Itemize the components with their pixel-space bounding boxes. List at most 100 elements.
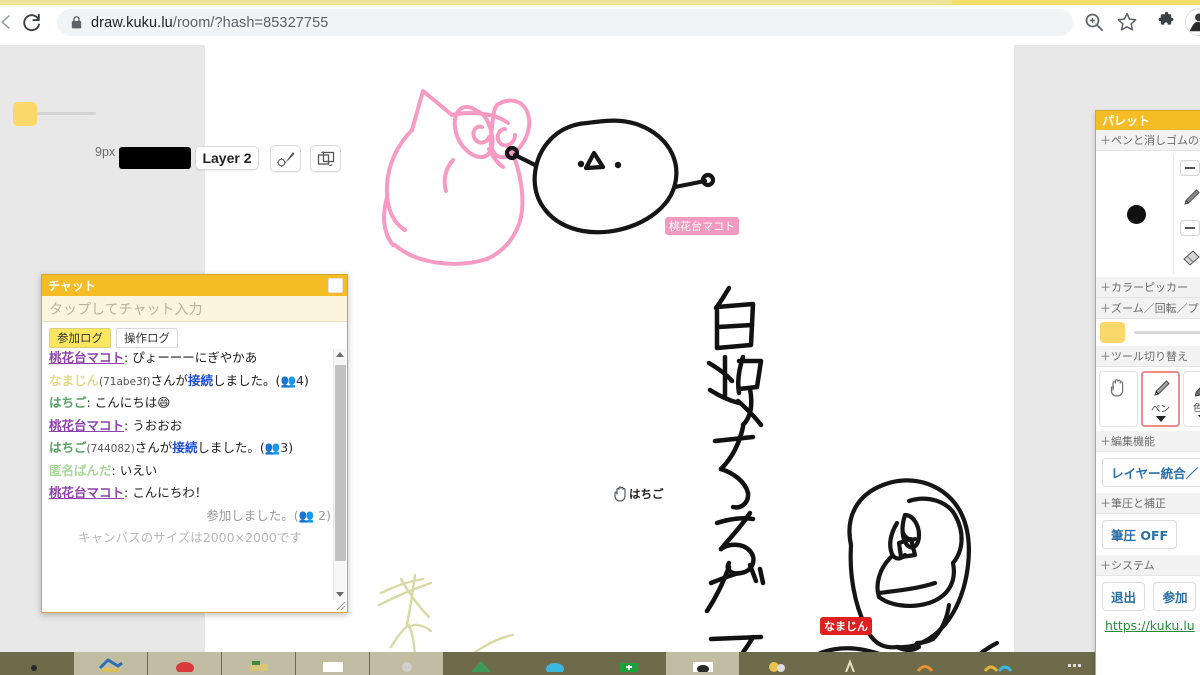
back-arrow-icon[interactable] bbox=[0, 14, 16, 30]
message-author[interactable]: なまじん bbox=[49, 373, 99, 388]
tab-strip-left[interactable] bbox=[0, 0, 952, 5]
chat-message: 桃花台マコト: ぴょーーーにぎやかあ bbox=[49, 350, 258, 365]
tool-pen[interactable]: ペン bbox=[1141, 371, 1180, 427]
message-author[interactable]: 桃花台マコト bbox=[49, 485, 124, 500]
eraser-icon[interactable] bbox=[1180, 247, 1200, 269]
tab-join-log[interactable]: 参加ログ bbox=[49, 328, 111, 348]
taskbar-item-14[interactable] bbox=[962, 652, 1036, 675]
chat-window[interactable]: チャット タップしてチャット入力 参加ログ 操作ログ 桃花台マコト: ぴょーーー… bbox=[41, 274, 348, 613]
taskbar-item-6[interactable] bbox=[370, 652, 444, 675]
section-color-picker[interactable]: ＋カラーピッカー bbox=[1096, 277, 1200, 298]
section-tool-switch[interactable]: ＋ツール切り替え bbox=[1096, 346, 1200, 367]
palette-title: パレット bbox=[1102, 114, 1151, 128]
message-mid: さんが bbox=[150, 372, 189, 388]
chat-message: 桃花台マコト: こんにちわ！ bbox=[49, 485, 208, 500]
tool-color[interactable]: 色の bbox=[1183, 371, 1200, 427]
message-author[interactable]: 匿名ぱんだ bbox=[49, 463, 112, 478]
layer-selector-button[interactable]: Layer 2 bbox=[195, 146, 259, 170]
reload-icon bbox=[23, 13, 40, 32]
section-system[interactable]: ＋システム bbox=[1096, 555, 1200, 576]
chat-titlebar[interactable]: チャット bbox=[42, 275, 347, 296]
tab-operation-log[interactable]: 操作ログ bbox=[116, 328, 178, 348]
message-author[interactable]: はちご bbox=[49, 395, 87, 410]
pressure-toggle-button[interactable]: 筆圧 OFF bbox=[1102, 520, 1178, 549]
kuku-lu-link[interactable]: https://kuku.lu bbox=[1100, 614, 1200, 637]
taskbar-item-2[interactable] bbox=[74, 652, 148, 675]
people-icon: 👥 bbox=[264, 440, 281, 455]
taskbar-item-3[interactable] bbox=[148, 652, 222, 675]
message-author[interactable]: はちご bbox=[49, 440, 87, 455]
eraser-size-decrease-button[interactable] bbox=[1180, 219, 1200, 236]
taskbar-item-13[interactable] bbox=[888, 652, 962, 675]
url-host: draw.kuku.lu bbox=[91, 14, 173, 31]
tab-strip-active-tab[interactable] bbox=[952, 0, 1200, 5]
zoom-controls bbox=[1100, 322, 1200, 343]
join-room-button[interactable]: 参加 bbox=[1153, 582, 1197, 611]
message-mid: さんが bbox=[134, 440, 173, 455]
tool-pen-caret-icon[interactable] bbox=[1155, 416, 1166, 422]
message-verb: 接続 bbox=[188, 372, 214, 388]
current-color-preview[interactable] bbox=[119, 147, 191, 169]
toolbar-color-swatch[interactable] bbox=[13, 102, 37, 126]
palette-color-swatch[interactable] bbox=[1100, 322, 1125, 343]
chat-scroll-thumb[interactable] bbox=[335, 365, 346, 561]
scroll-up-arrow-icon[interactable] bbox=[336, 352, 344, 357]
profile-avatar-icon[interactable] bbox=[1185, 8, 1200, 36]
brush-settings-button[interactable] bbox=[270, 145, 301, 172]
chat-message-system: 参加しました。(👥 2) bbox=[206, 507, 331, 523]
chat-message: はちご: こんにちは😄 bbox=[49, 395, 171, 410]
palette-panel[interactable]: パレット ＋ペンと消しゴムの大きさ bbox=[1095, 110, 1200, 675]
reload-button[interactable] bbox=[20, 11, 44, 35]
taskbar-item-8[interactable] bbox=[518, 652, 592, 675]
layer-duplicate-button[interactable] bbox=[310, 145, 341, 172]
chat-close-button[interactable] bbox=[328, 278, 343, 293]
taskbar-item-4[interactable] bbox=[222, 652, 296, 675]
taskbar-item-9[interactable] bbox=[592, 652, 666, 675]
message-userid: (744082) bbox=[86, 443, 135, 455]
hand-icon bbox=[1110, 379, 1123, 397]
section-zoom-rotate[interactable]: ＋ズーム／回転／プレビュー bbox=[1096, 298, 1200, 319]
chat-input[interactable]: タップしてチャット入力 bbox=[42, 296, 347, 322]
leave-room-button[interactable]: 退出 bbox=[1102, 582, 1146, 611]
section-pressure-correction[interactable]: ＋筆圧と補正 bbox=[1096, 493, 1200, 514]
taskbar-icon-9 bbox=[619, 662, 638, 672]
pen-size-label: 9px bbox=[95, 145, 116, 159]
message-author[interactable]: 桃花台マコト bbox=[49, 418, 124, 433]
zoom-slider[interactable] bbox=[1134, 331, 1200, 334]
taskbar-item-5[interactable] bbox=[296, 652, 370, 675]
tool-hand[interactable] bbox=[1099, 371, 1138, 427]
chat-resize-handle[interactable] bbox=[335, 600, 346, 611]
pen-size-controls bbox=[1174, 154, 1200, 274]
eraser-icon-row bbox=[1180, 247, 1200, 269]
taskbar-icon-3 bbox=[175, 661, 194, 672]
pen-size-decrease-button[interactable] bbox=[1180, 159, 1200, 176]
taskbar-item-7[interactable] bbox=[444, 652, 518, 675]
eyedropper-icon bbox=[1194, 386, 1200, 397]
taskbar-item-12[interactable] bbox=[814, 652, 888, 675]
taskbar-item-10[interactable] bbox=[666, 652, 740, 675]
puzzle-extensions-icon[interactable] bbox=[1155, 11, 1177, 33]
star-bookmark-icon[interactable] bbox=[1116, 11, 1138, 33]
taskbar-icon-15 bbox=[1067, 663, 1081, 667]
zoom-icon[interactable] bbox=[1083, 11, 1105, 33]
section-edit-functions[interactable]: ＋編集機能 bbox=[1096, 431, 1200, 452]
avatar-image bbox=[1186, 9, 1200, 35]
merge-layers-button[interactable]: レイヤー統合／ bbox=[1102, 458, 1200, 487]
message-author[interactable]: 桃花台マコト bbox=[49, 350, 124, 365]
pen-icon[interactable] bbox=[1180, 187, 1200, 209]
message-tail: しました。( bbox=[197, 440, 265, 455]
section-pen-eraser-size[interactable]: ＋ペンと消しゴムの大きさ bbox=[1096, 130, 1200, 151]
chat-scrollbar[interactable] bbox=[333, 349, 346, 600]
taskbar-item-11[interactable] bbox=[740, 652, 814, 675]
chat-log[interactable]: 参加ログ 操作ログ 桃花台マコト: ぴょーーーにぎやかあ なまじん(71abe3… bbox=[42, 322, 347, 612]
system-body: 退出 参加 https://kuku.lu bbox=[1096, 576, 1200, 640]
os-taskbar bbox=[0, 652, 1200, 675]
taskbar-item-1[interactable] bbox=[0, 652, 74, 675]
scroll-down-arrow-icon[interactable] bbox=[336, 592, 344, 597]
brush-settings-icon bbox=[276, 151, 294, 167]
address-bar[interactable]: draw.kuku.lu/room/?hash=85327755 bbox=[57, 9, 1073, 36]
minus-icon bbox=[1185, 226, 1195, 229]
palette-titlebar[interactable]: パレット bbox=[1096, 111, 1200, 130]
yellow-scribble bbox=[377, 573, 515, 652]
pen-size-slider[interactable] bbox=[37, 112, 96, 115]
